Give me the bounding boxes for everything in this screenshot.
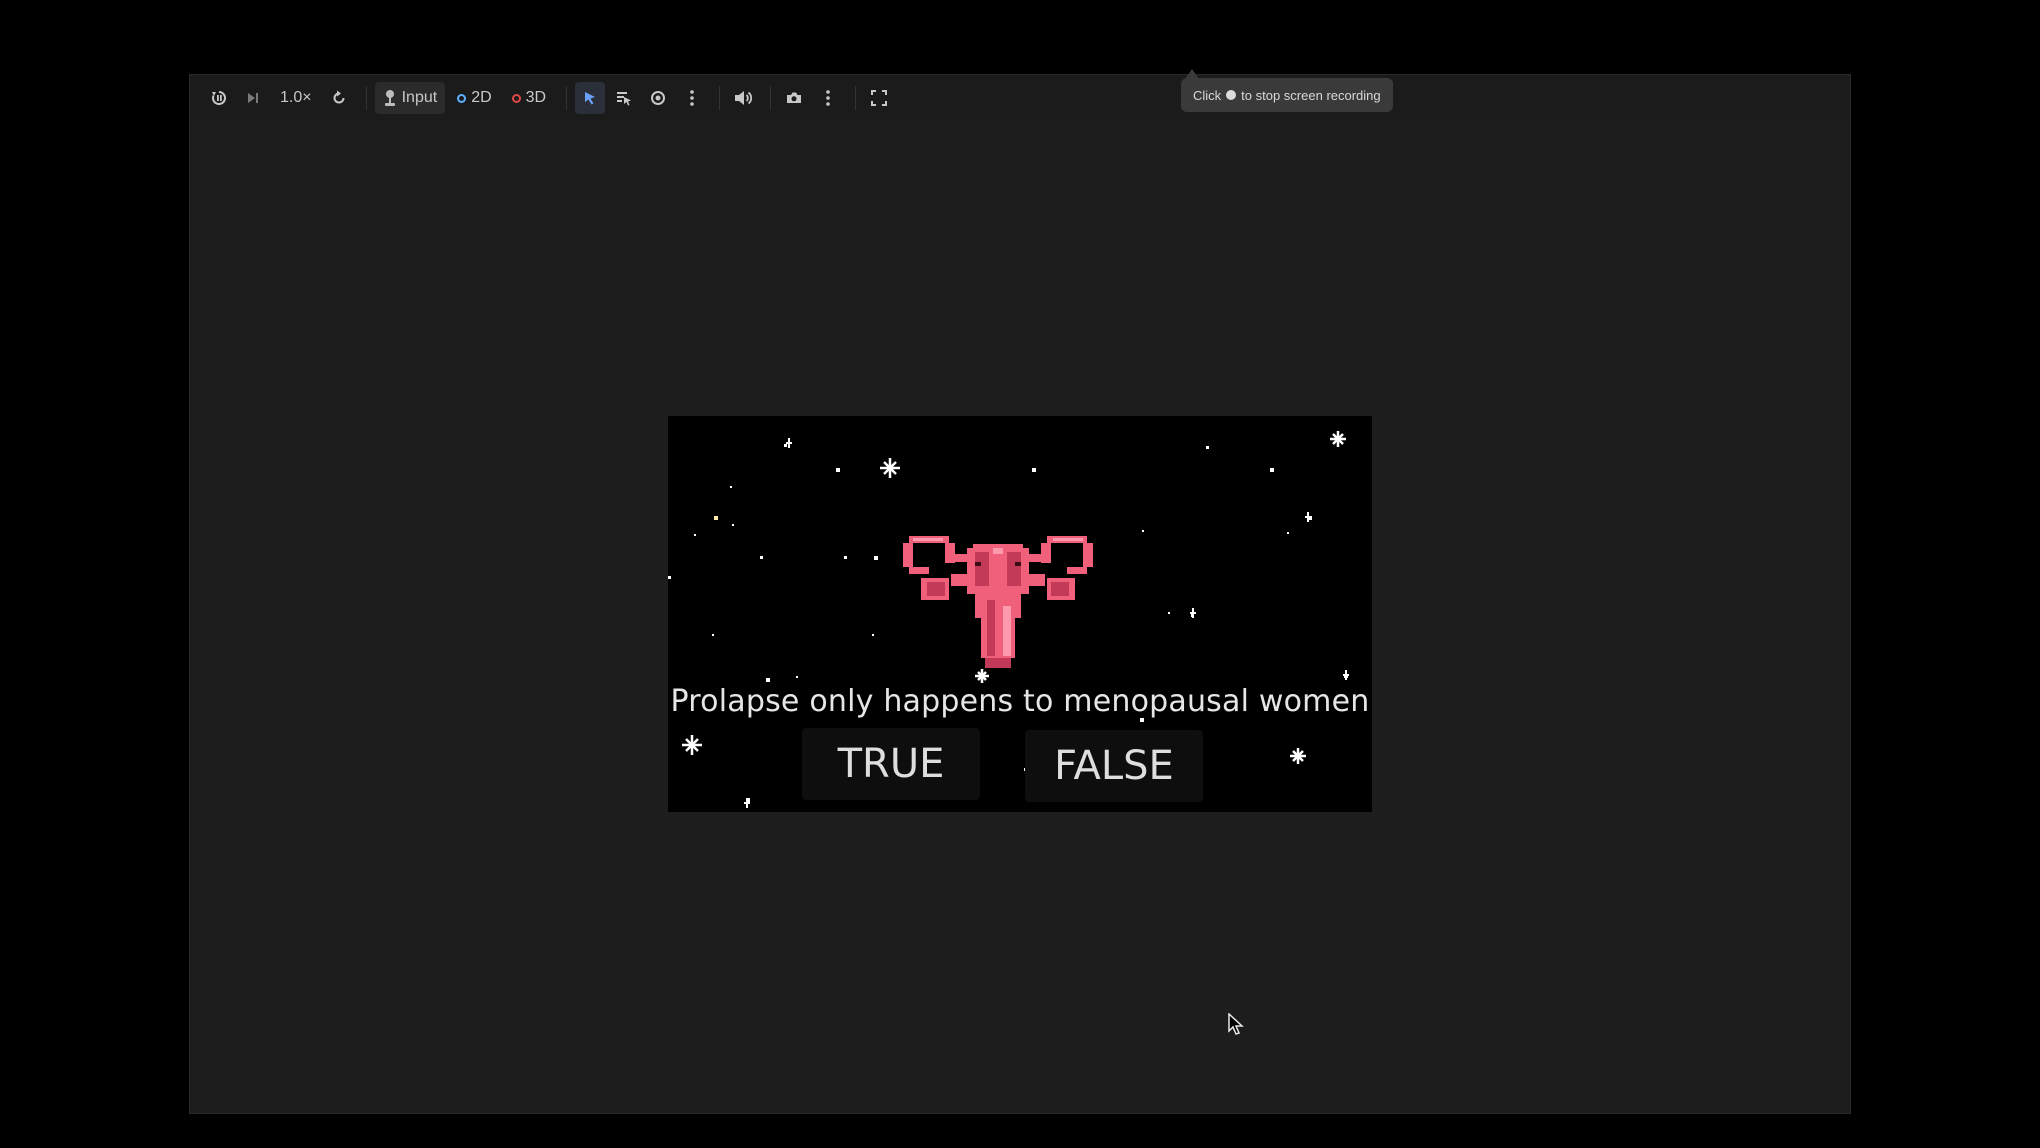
twinkle <box>1343 670 1349 680</box>
star <box>1206 446 1209 449</box>
editor-toolbar: 1.0× Input 2D 3D <box>190 75 1850 121</box>
camera-button[interactable] <box>779 82 809 114</box>
star <box>784 444 787 447</box>
step-frame-button[interactable] <box>238 82 268 114</box>
rewind-icon <box>212 91 226 105</box>
star <box>872 634 874 636</box>
star <box>694 534 696 536</box>
star <box>796 676 798 678</box>
fullscreen-button[interactable] <box>864 82 894 114</box>
star <box>1168 612 1170 614</box>
star <box>1142 530 1144 532</box>
cursor-arrow-icon <box>585 92 596 105</box>
toolbar-divider <box>855 86 857 110</box>
twinkle <box>1190 608 1196 618</box>
visibility-button[interactable] <box>643 82 673 114</box>
mode-2d-label: 2D <box>471 89 492 106</box>
star <box>714 516 718 520</box>
uterus-character <box>903 536 1093 668</box>
star <box>766 678 770 682</box>
record-stop-icon <box>1226 90 1237 100</box>
input-mode-button[interactable]: Input <box>374 82 446 114</box>
toolbar-divider <box>719 86 721 110</box>
circle-2d-icon <box>457 93 467 103</box>
game-viewport[interactable]: Prolapse only happens to menopausal wome… <box>668 416 1372 812</box>
star <box>836 468 840 472</box>
kebab-menu-icon <box>690 90 694 106</box>
step-forward-icon <box>248 93 258 103</box>
sparkle <box>880 458 900 478</box>
more-options-button[interactable] <box>677 82 707 114</box>
camera-options-button[interactable] <box>813 82 843 114</box>
false-answer-button[interactable]: FALSE <box>1025 730 1203 802</box>
screen-recording-tooltip[interactable]: Click to stop screen recording <box>1181 69 1393 112</box>
restart-icon <box>333 90 345 104</box>
mode-2d-button[interactable]: 2D <box>449 82 499 114</box>
star <box>760 556 763 559</box>
star <box>874 556 878 560</box>
eye-icon <box>651 91 666 105</box>
toolbar-divider <box>365 86 367 110</box>
mode-3d-label: 3D <box>525 89 547 106</box>
audio-button[interactable] <box>728 82 758 114</box>
mode-3d-button[interactable]: 3D <box>504 82 554 114</box>
list-select-button[interactable] <box>609 82 639 114</box>
star <box>712 634 714 636</box>
true-answer-button[interactable]: TRUE <box>802 728 980 800</box>
tooltip-prefix: Click <box>1193 87 1222 103</box>
star <box>1270 468 1274 472</box>
sparkle <box>1290 748 1306 764</box>
twinkle <box>1305 512 1311 522</box>
pause-rewind-button[interactable] <box>204 82 234 114</box>
screen: 1.0× Input 2D 3D Click to stop screen re… <box>0 0 2040 1148</box>
speed-selector[interactable]: 1.0× <box>272 82 320 114</box>
list-cursor-icon <box>617 92 632 106</box>
restart-button[interactable] <box>324 82 354 114</box>
speaker-icon <box>735 91 753 105</box>
joystick-icon <box>384 90 395 106</box>
star <box>730 486 732 488</box>
circle-3d-icon <box>511 93 521 103</box>
camera-icon <box>787 92 802 103</box>
sparkle <box>682 735 702 755</box>
select-tool-button[interactable] <box>575 82 606 114</box>
star <box>844 556 847 559</box>
star <box>1032 468 1036 472</box>
mouse-pointer-icon <box>1228 1013 1244 1035</box>
quiz-question: Prolapse only happens to menopausal wome… <box>670 684 1370 719</box>
input-mode-label: Input <box>401 89 438 106</box>
star <box>668 576 671 579</box>
kebab-menu-icon <box>826 90 830 106</box>
sparkle <box>1330 431 1346 447</box>
toolbar-divider <box>566 86 568 110</box>
tooltip-suffix: to stop screen recording <box>1241 87 1381 103</box>
toolbar-divider <box>770 86 772 110</box>
star <box>1287 532 1289 534</box>
star <box>732 524 734 526</box>
fullscreen-icon <box>871 90 888 106</box>
